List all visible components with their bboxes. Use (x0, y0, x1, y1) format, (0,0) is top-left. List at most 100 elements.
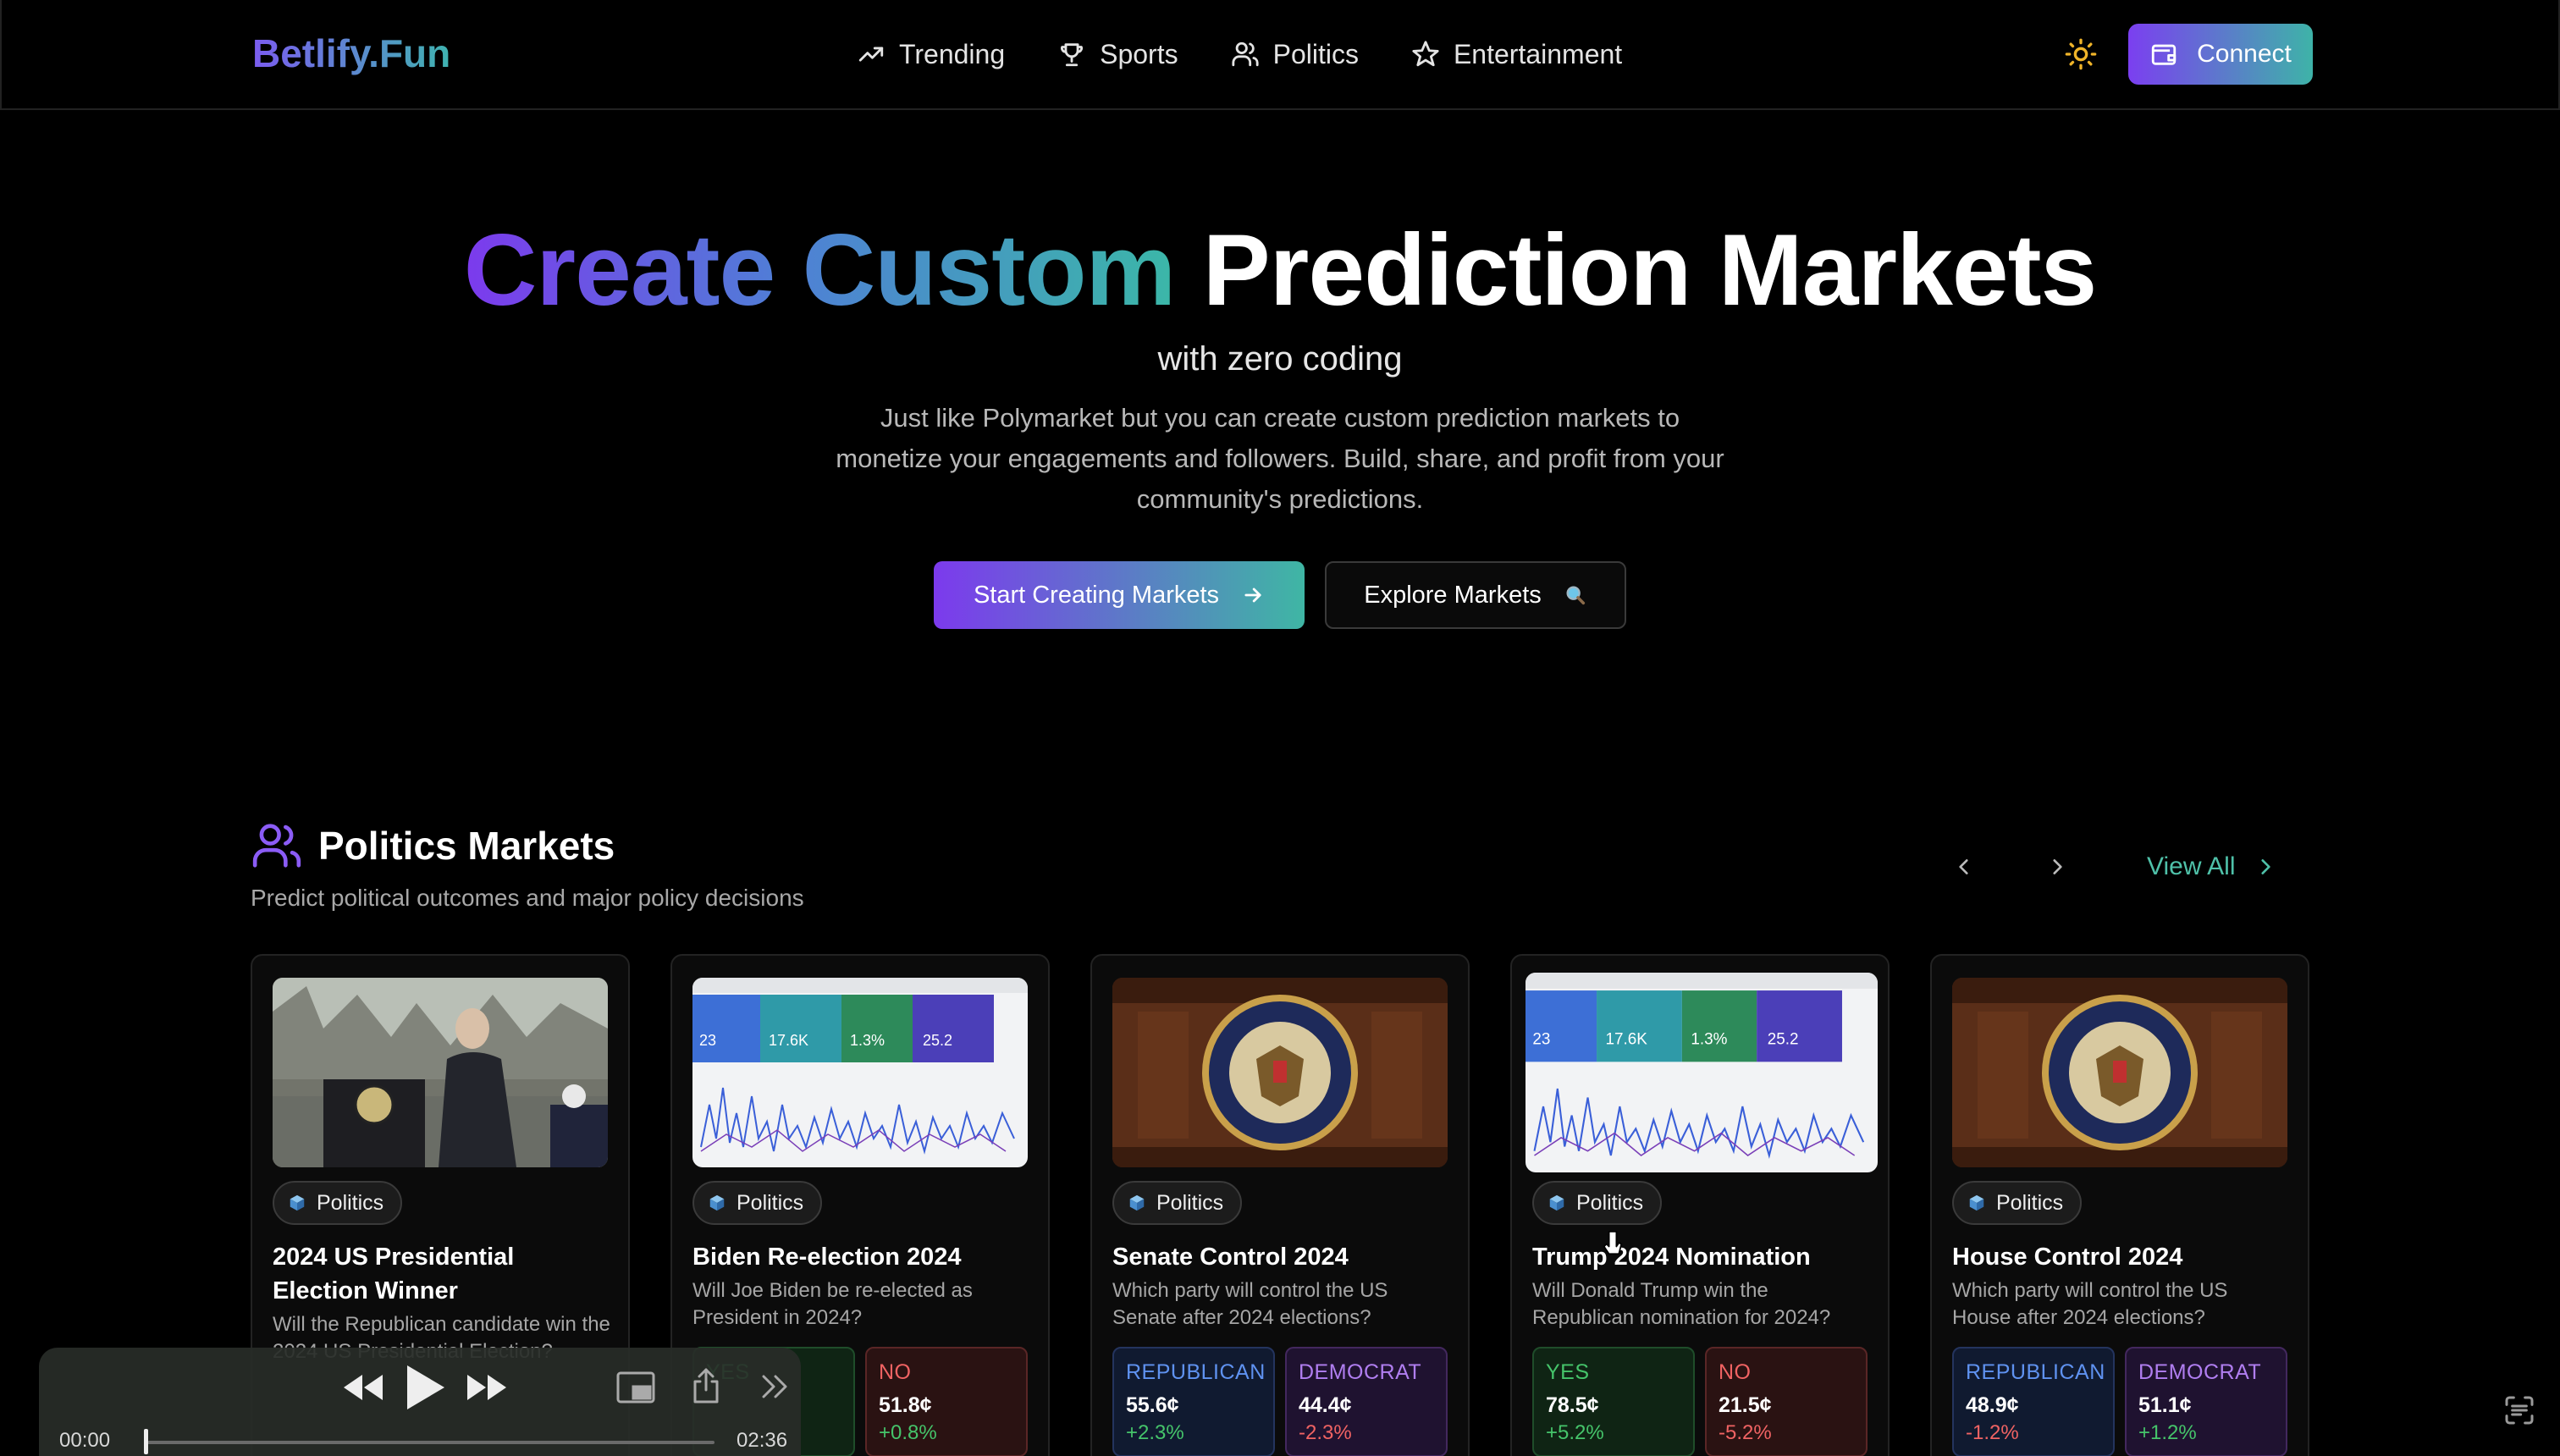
option-price: 78.5¢ (1546, 1393, 1599, 1417)
market-card[interactable]: 23 17.6K 1.3% 25.2 Politics Trump 2024 N… (1510, 954, 1890, 1456)
users-icon (252, 824, 301, 868)
svg-text:23: 23 (1532, 1030, 1550, 1048)
trophy-icon (1061, 43, 1084, 67)
option-democrat[interactable]: DEMOCRAT 44.4¢ -2.3% (1285, 1347, 1448, 1456)
market-title: House Control 2024 (1952, 1244, 2183, 1271)
explore-markets-label: Explore Markets (1364, 581, 1542, 609)
current-time: 00:00 (59, 1429, 111, 1452)
option-change: +1.2% (2138, 1421, 2197, 1444)
category-tag: Politics (1112, 1181, 1243, 1225)
nav-link-label: Sports (1100, 38, 1178, 69)
hero-description: Just like Polymarket but you can create … (836, 403, 1724, 514)
progress-track[interactable] (147, 1441, 714, 1444)
market-title: 2024 US Presidential Election Winner (273, 1244, 515, 1304)
live-text-icon[interactable] (2502, 1393, 2536, 1427)
nav-link-label: Trending (899, 38, 1006, 69)
market-image (273, 978, 608, 1167)
svg-text:17.6K: 17.6K (1606, 1030, 1648, 1048)
option-yes[interactable]: YES 78.5¢ +5.2% (1532, 1347, 1695, 1456)
cube-icon (1129, 1194, 1145, 1211)
market-image: 23 17.6K 1.3% 25.2 (1526, 973, 1878, 1172)
category-tag-label: Politics (1576, 1190, 1644, 1215)
section-title: Politics Markets (318, 824, 615, 868)
cube-icon (290, 1194, 305, 1211)
rewind-button[interactable] (339, 1368, 388, 1407)
svg-text:1.3%: 1.3% (1691, 1030, 1727, 1048)
start-creating-button[interactable]: Start Creating Markets (934, 561, 1305, 629)
option-change: +5.2% (1546, 1421, 1604, 1444)
market-question: Which party will control the US Senate a… (1112, 1279, 1388, 1329)
option-no[interactable]: NO 21.5¢ -5.2% (1705, 1347, 1868, 1456)
carousel-prev-button[interactable] (1947, 850, 1981, 884)
media-player: 00:00 02:36 (39, 1348, 801, 1456)
search-icon (1566, 586, 1585, 605)
hero-subtitle: with zero coding (1157, 340, 1403, 378)
market-title: Trump 2024 Nomination (1532, 1244, 1811, 1271)
option-change: -2.3% (1299, 1421, 1352, 1444)
connect-label: Connect (2197, 40, 2292, 68)
option-label: YES (1546, 1360, 1590, 1384)
nav-link-label: Entertainment (1453, 38, 1623, 69)
option-price: 44.4¢ (1299, 1393, 1352, 1417)
option-label: REPUBLICAN (1126, 1360, 1266, 1384)
category-tag: Politics (1532, 1181, 1663, 1225)
svg-text:25.2: 25.2 (923, 1032, 952, 1049)
duration: 02:36 (737, 1429, 788, 1452)
category-tag-label: Politics (737, 1190, 804, 1215)
nav-links: Trending Sports Politics Entertainment (857, 30, 1622, 78)
section-description: Predict political outcomes and major pol… (251, 885, 804, 911)
connect-button[interactable]: Connect (2128, 24, 2313, 85)
fast-forward-icon (467, 1375, 506, 1400)
option-no[interactable]: NO 51.8¢ +0.8% (865, 1347, 1028, 1456)
option-label: DEMOCRAT (1299, 1360, 1422, 1384)
wallet-icon (2151, 44, 2177, 65)
option-label: NO (879, 1360, 912, 1384)
market-image: 23 17.6K 1.3% 25.2 (692, 978, 1028, 1167)
svg-text:17.6K: 17.6K (769, 1032, 808, 1049)
hero-title-gradient: Create Custom (463, 213, 1177, 327)
arrow-right-icon (1244, 587, 1261, 603)
pip-button[interactable] (615, 1370, 657, 1405)
market-card[interactable]: Politics Senate Control 2024 Which party… (1090, 954, 1470, 1456)
option-price: 48.9¢ (1966, 1393, 2019, 1417)
option-price: 51.8¢ (879, 1393, 932, 1417)
option-label: REPUBLICAN (1966, 1360, 2105, 1384)
chevron-right-icon (2260, 859, 2270, 874)
nav-link-sports[interactable]: Sports (1057, 39, 1178, 70)
market-question: Will Joe Biden be re-elected as Presiden… (692, 1279, 973, 1329)
option-price: 51.1¢ (2138, 1393, 2192, 1417)
share-icon (693, 1368, 719, 1404)
trending-up-icon (858, 47, 884, 62)
svg-text:25.2: 25.2 (1768, 1030, 1799, 1048)
sun-icon[interactable] (2064, 37, 2098, 71)
star-icon (1412, 41, 1439, 67)
share-button[interactable] (689, 1366, 723, 1405)
carousel-next-button[interactable] (2040, 850, 2074, 884)
play-icon (407, 1365, 444, 1409)
svg-text:23: 23 (699, 1032, 716, 1049)
more-button[interactable] (759, 1371, 792, 1402)
market-card[interactable]: Politics House Control 2024 Which party … (1930, 954, 2309, 1456)
category-tag-label: Politics (1996, 1190, 2064, 1215)
market-image (1952, 978, 2287, 1167)
top-nav: Betlify.Fun Trending Sports Politics Ent… (0, 0, 2560, 110)
category-tag: Politics (1952, 1181, 2083, 1225)
category-tag: Politics (692, 1181, 823, 1225)
view-all-link[interactable]: View All (2147, 850, 2276, 884)
nav-link-trending[interactable]: Trending (857, 39, 1005, 70)
option-change: -1.2% (1966, 1421, 2019, 1444)
fast-forward-button[interactable] (462, 1368, 511, 1407)
option-price: 21.5¢ (1719, 1393, 1772, 1417)
progress-handle[interactable] (144, 1429, 148, 1454)
brand-logo[interactable]: Betlify.Fun (252, 30, 450, 76)
option-republican[interactable]: REPUBLICAN 55.6¢ +2.3% (1112, 1347, 1275, 1456)
option-democrat[interactable]: DEMOCRAT 51.1¢ +1.2% (2125, 1347, 2287, 1456)
nav-link-politics[interactable]: Politics (1231, 39, 1359, 70)
explore-markets-button[interactable]: Explore Markets (1325, 561, 1626, 629)
nav-link-entertainment[interactable]: Entertainment (1411, 39, 1622, 70)
option-republican[interactable]: REPUBLICAN 48.9¢ -1.2% (1952, 1347, 2115, 1456)
play-button[interactable] (401, 1363, 449, 1412)
users-icon (1232, 41, 1259, 67)
start-creating-label: Start Creating Markets (973, 581, 1220, 609)
market-title: Senate Control 2024 (1112, 1244, 1349, 1271)
